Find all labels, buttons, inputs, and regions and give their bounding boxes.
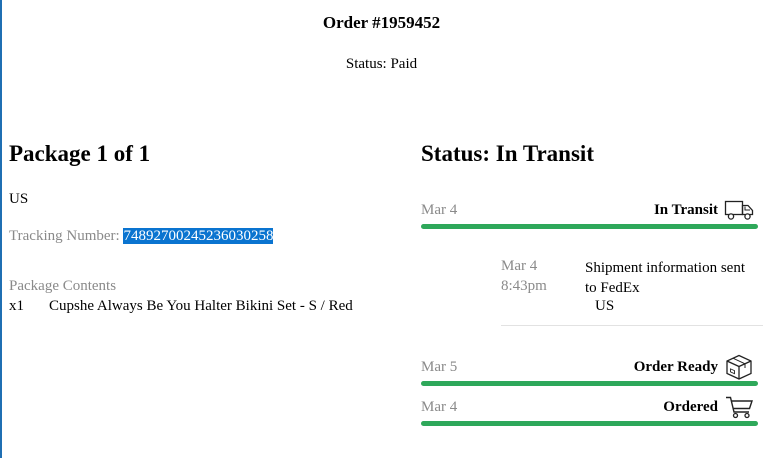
order-title: Order #1959452 <box>322 13 441 32</box>
detail-date: Mar 4 <box>501 258 538 274</box>
detail-location: US <box>595 298 615 314</box>
detail-time: 8:43pm <box>501 278 547 294</box>
package-country: US <box>9 191 29 207</box>
event-label: Ordered <box>663 399 718 415</box>
package-title: Package 1 of 1 <box>9 141 151 166</box>
detail-text: Shipment information sent to FedEx <box>585 260 745 296</box>
order-status: Status: Paid <box>345 56 418 72</box>
timeline-event-order-ready: Mar 5 Order Ready <box>421 354 758 380</box>
event-date: Mar 4 <box>421 399 458 415</box>
tracking-line: Tracking Number: 748927002452360302​58 <box>9 228 274 245</box>
truck-icon <box>724 200 754 220</box>
progress-bar-in-transit <box>421 224 758 229</box>
event-label: Order Ready <box>633 359 718 375</box>
package-contents-label: Package Contents <box>9 278 117 294</box>
event-date: Mar 5 <box>421 359 458 375</box>
progress-bar-ordered <box>421 421 758 426</box>
shipment-status-title: Status: In Transit <box>421 141 594 166</box>
event-date: Mar 4 <box>421 202 458 218</box>
tracking-detail: Mar 4 8:43pm Shipment information sent t… <box>501 258 763 324</box>
tracking-number[interactable]: 748927002452360302​58 <box>123 228 274 244</box>
progress-bar-order-ready <box>421 381 758 386</box>
timeline-event-ordered: Mar 4 Ordered <box>421 396 758 419</box>
package-item-row: x1 Cupshe Always Be You Halter Bikini Set… <box>9 298 353 315</box>
package-item-qty: x1 <box>9 298 24 314</box>
package-item-name: Cupshe Always Be You Halter Bikini Set -… <box>49 298 353 314</box>
detail-divider <box>501 325 763 326</box>
shopping-cart-icon <box>726 396 753 419</box>
tracking-label: Tracking Number: <box>9 228 124 244</box>
timeline-event-in-transit: Mar 4 In Transit <box>421 200 758 222</box>
package-box-icon <box>726 354 752 380</box>
event-label: In Transit <box>653 202 718 218</box>
